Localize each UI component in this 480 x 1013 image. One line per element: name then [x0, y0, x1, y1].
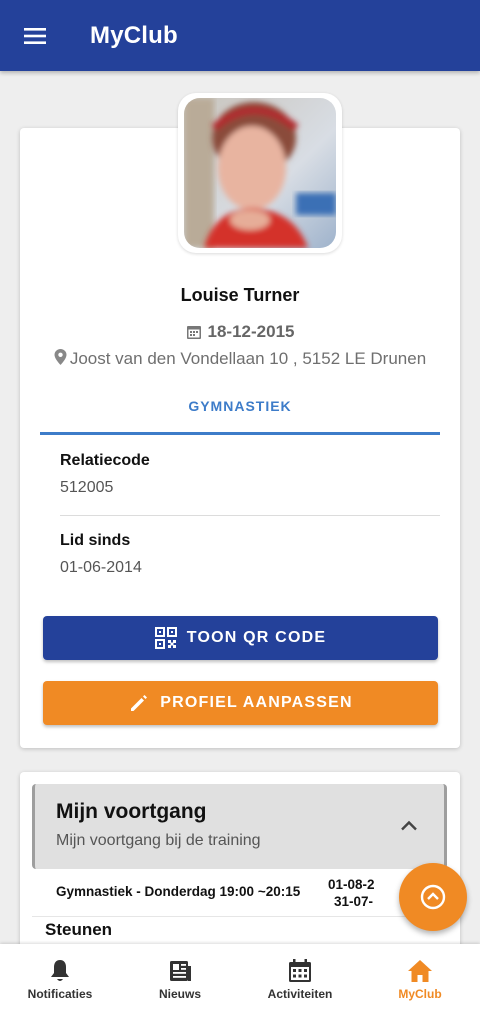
home-icon: [408, 960, 432, 982]
nav-item-nieuws[interactable]: Nieuws: [120, 944, 240, 1013]
member-name: Louise Turner: [180, 285, 300, 305]
divider: [32, 916, 447, 917]
progress-title: Mijn voortgang: [56, 800, 207, 823]
app-bar: MyClub: [0, 0, 480, 71]
nav-item-myclub[interactable]: MyClub: [360, 944, 480, 1013]
nav-label: MyClub: [398, 987, 442, 1001]
training-row[interactable]: Gymnastiek - Donderdag 19:00 ~20:15 01-0…: [32, 872, 447, 916]
show-qr-code-button[interactable]: TOON QR CODE: [43, 616, 438, 660]
avatar[interactable]: [184, 98, 336, 248]
edit-profile-button[interactable]: PROFIEL AANPASSEN: [43, 681, 438, 725]
chevron-up-icon[interactable]: [397, 814, 421, 838]
calendar-icon: [289, 959, 311, 982]
birth-date: 18-12-2015: [207, 322, 295, 341]
relatiecode-value: 512005: [60, 479, 114, 496]
show-qr-code-label: TOON QR CODE: [186, 629, 327, 646]
birth-date-row: 18-12-2015: [20, 322, 460, 342]
progress-subtitle: Mijn voortgang bij de training: [56, 832, 261, 849]
menu-button[interactable]: [0, 0, 70, 71]
section-steunen: Steunen: [45, 920, 113, 939]
hamburger-icon: [24, 27, 46, 44]
address-row: Joost van den Vondellaan 10 , 5152 LE Dr…: [20, 349, 460, 369]
scroll-to-top-button[interactable]: [399, 863, 467, 931]
lid-sinds-label: Lid sinds: [60, 532, 131, 549]
bottom-navigation: Notificaties Nieuws Activiteiten MyClub: [0, 944, 480, 1013]
avatar-frame: [178, 93, 342, 253]
nav-label: Nieuws: [158, 987, 201, 1001]
nav-label: Activiteiten: [267, 987, 333, 1001]
newspaper-icon: [170, 961, 191, 981]
chevron-up-circle-icon: [420, 884, 446, 910]
location-pin-icon: [54, 349, 67, 365]
qr-code-icon: [154, 627, 177, 649]
relatiecode-label: Relatiecode: [60, 452, 150, 469]
calendar-icon: [186, 326, 201, 339]
profile-card: Louise Turner 18-12-2015 Joost van den V…: [20, 93, 460, 748]
progress-header[interactable]: Mijn voortgang Mijn voortgang bij de tra…: [32, 784, 447, 869]
pencil-icon: [131, 695, 148, 711]
nav-item-activiteiten[interactable]: Activiteiten: [240, 944, 360, 1013]
training-label: Gymnastiek - Donderdag 19:00 ~20:15: [56, 884, 301, 899]
tab-gymnastiek[interactable]: GYMNASTIEK: [40, 386, 440, 435]
edit-profile-label: PROFIEL AANPASSEN: [160, 694, 353, 711]
app-title: MyClub: [90, 21, 178, 49]
bell-icon: [51, 960, 69, 981]
nav-item-notificaties[interactable]: Notificaties: [0, 944, 120, 1013]
address: Joost van den Vondellaan 10 , 5152 LE Dr…: [69, 349, 427, 368]
nav-label: Notificaties: [27, 987, 93, 1001]
lid-sinds-value: 01-06-2014: [60, 559, 142, 576]
profile-photo: [184, 98, 336, 248]
divider: [60, 515, 440, 516]
